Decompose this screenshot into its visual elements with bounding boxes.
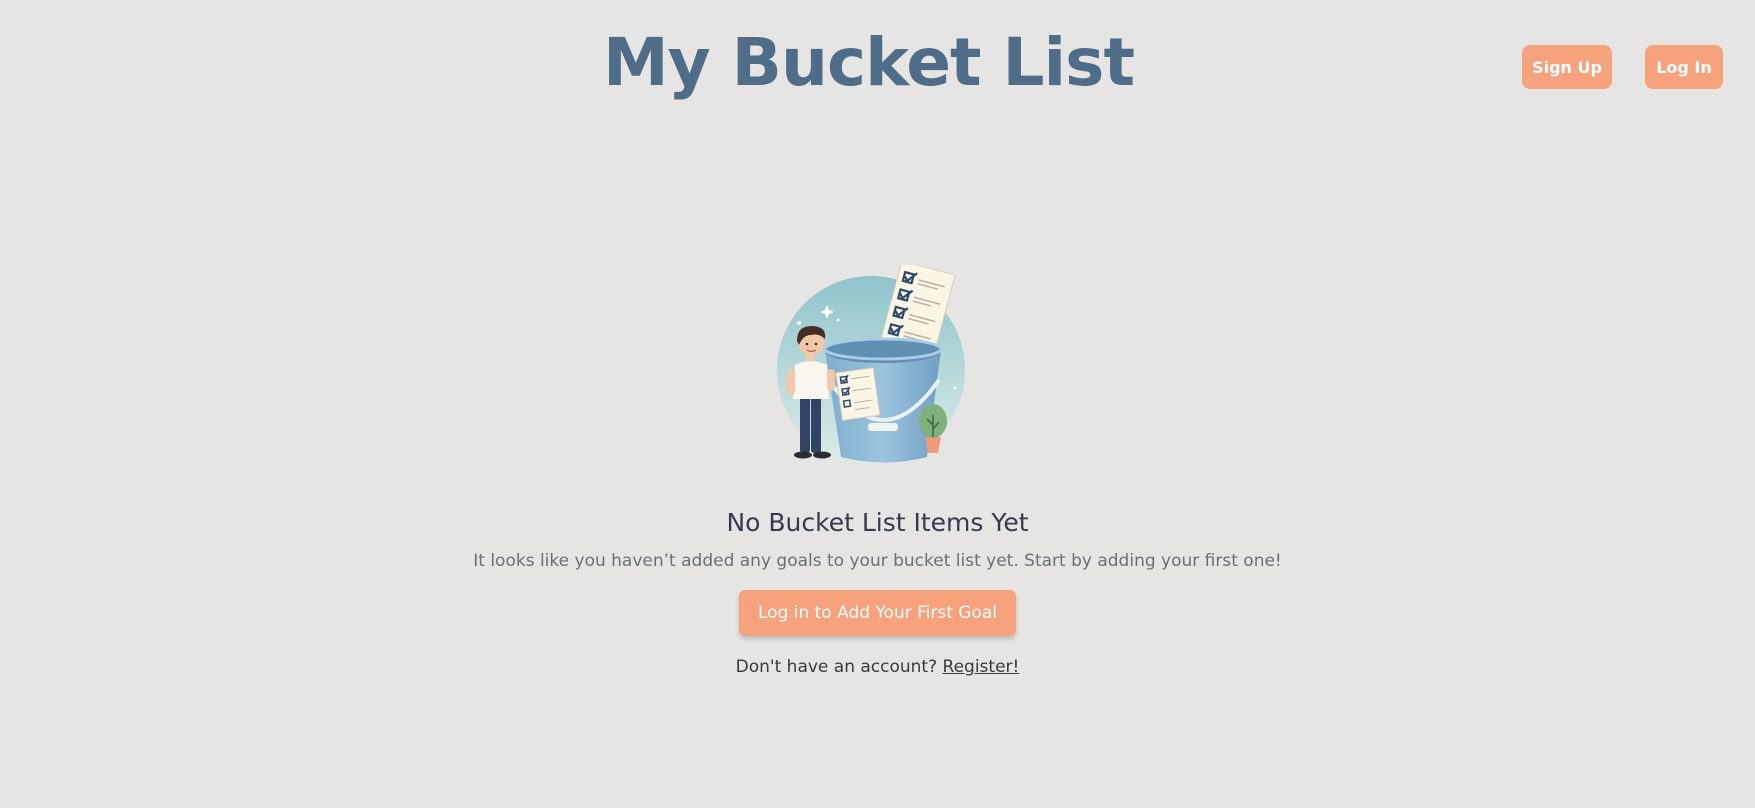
register-prompt-text: Don't have an account? (735, 657, 938, 677)
empty-state-description: It looks like you haven’t added any goal… (473, 551, 1282, 571)
header: My Bucket List Sign Up Log In (0, 0, 1755, 130)
sign-up-button[interactable]: Sign Up (1522, 45, 1612, 89)
register-link[interactable]: Register! (943, 657, 1020, 677)
empty-state-title: No Bucket List Items Yet (726, 508, 1029, 537)
register-prompt-line: Don't have an account? Register! (0, 657, 1755, 677)
log-in-button[interactable]: Log In (1645, 45, 1723, 89)
site-title: My Bucket List (602, 24, 1135, 101)
bucket-list-illustration (776, 265, 965, 464)
add-first-goal-button[interactable]: Log in to Add Your First Goal (738, 590, 1017, 636)
empty-state: No Bucket List Items Yet It looks like y… (0, 265, 1755, 677)
